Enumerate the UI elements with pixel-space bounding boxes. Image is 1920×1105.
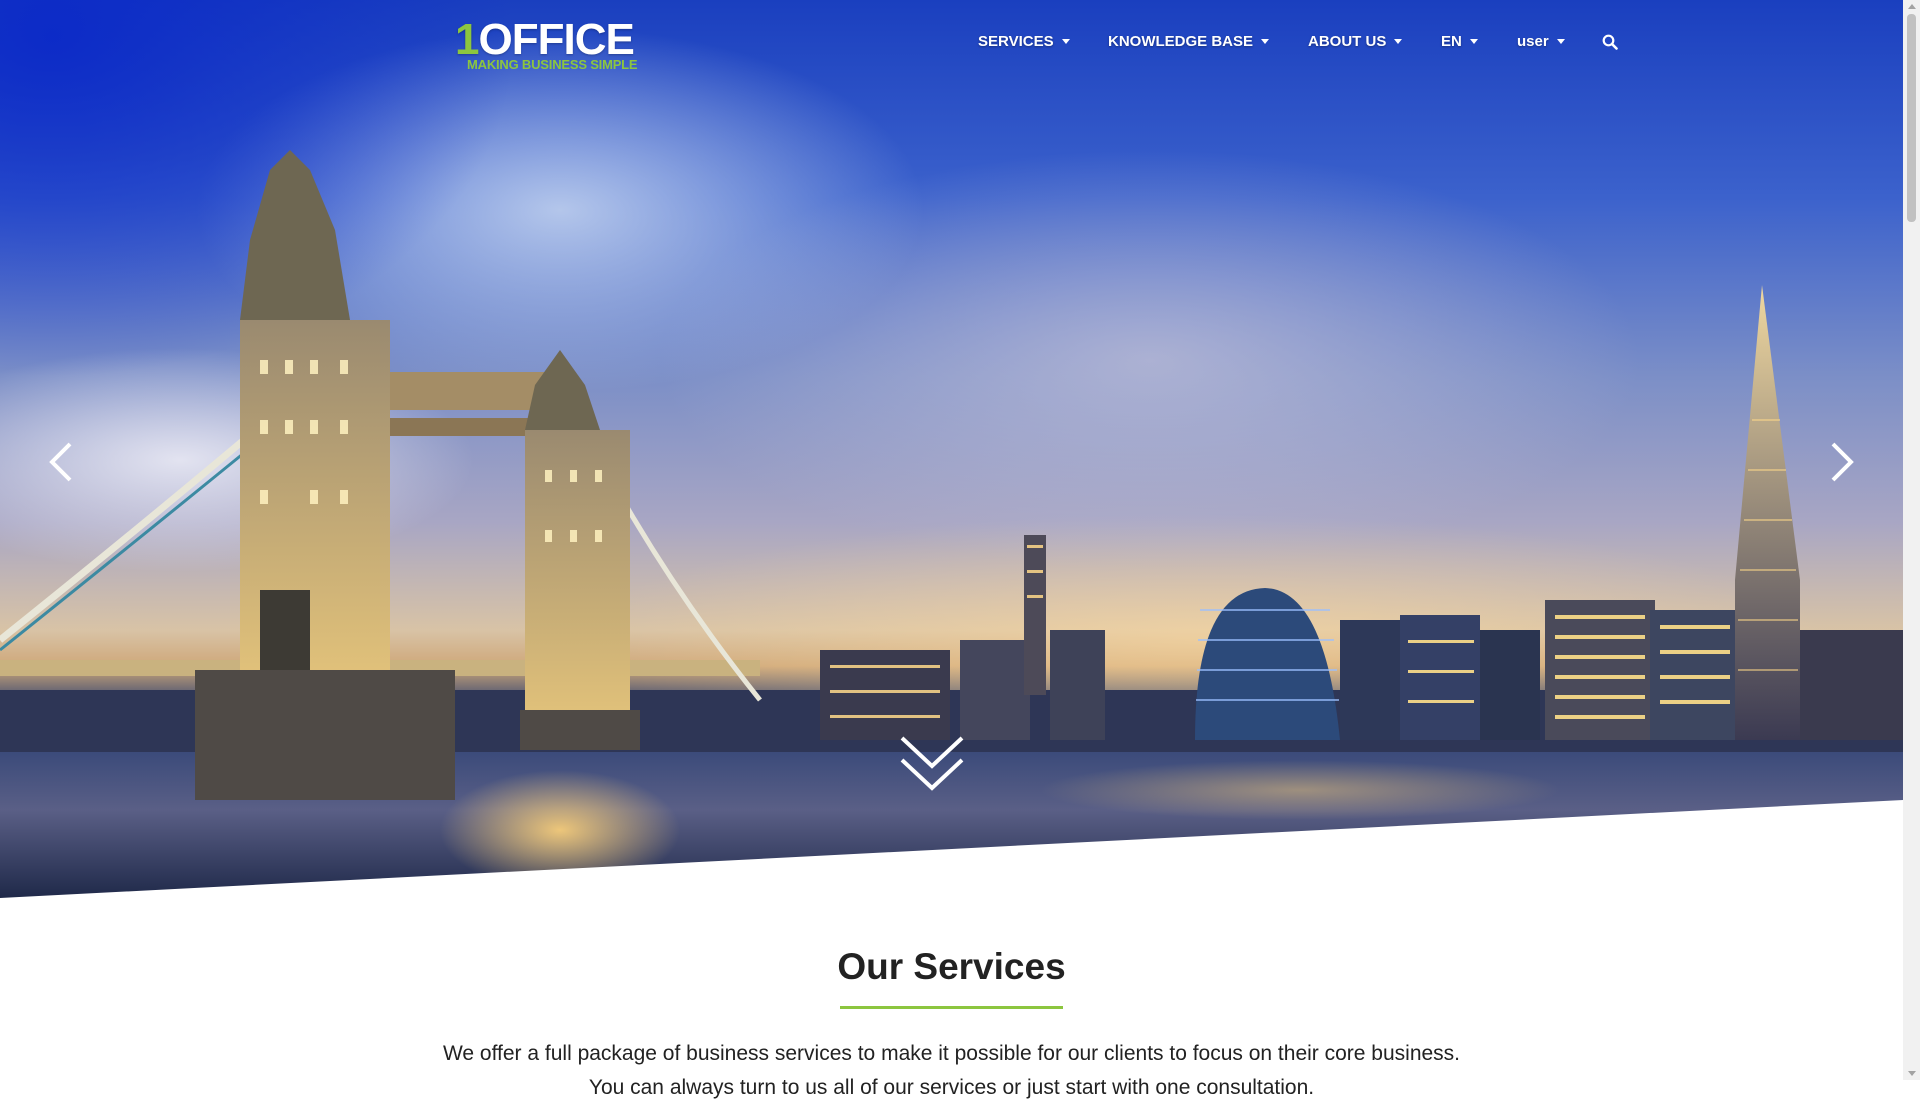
search-icon[interactable] [1602, 34, 1618, 50]
services-intro-line: You can always turn to us all of our ser… [588, 1076, 1315, 1099]
caret-down-icon [1261, 39, 1270, 44]
heading-underline [840, 1006, 1063, 1009]
nav-item-user[interactable]: user [1517, 33, 1565, 50]
nav-item-services[interactable]: SERVICES [978, 33, 1070, 50]
services-intro: We offer a full package of business serv… [0, 1037, 1903, 1105]
caret-down-icon [1469, 39, 1478, 44]
caret-down-icon [1556, 39, 1565, 44]
chevron-left-icon[interactable] [46, 440, 76, 484]
nav-item-label: user [1517, 33, 1549, 50]
caret-down-icon [1061, 39, 1070, 44]
double-chevron-down-icon[interactable] [900, 734, 964, 794]
nav-item-label: SERVICES [978, 33, 1054, 50]
scrollbar-thumb[interactable] [1907, 14, 1916, 222]
chevron-right-icon[interactable] [1827, 440, 1857, 484]
nav-item-label: EN [1441, 33, 1462, 50]
scroll-up-arrow-icon[interactable] [1908, 4, 1916, 9]
site-logo[interactable]: 1OFFICE MAKING BUSINESS SIMPLE [455, 18, 655, 74]
hero-slider [0, 0, 1903, 900]
page-scrollbar[interactable] [1903, 0, 1920, 1080]
logo-wordmark: 1OFFICE [455, 18, 635, 62]
nav-item-language[interactable]: EN [1441, 33, 1478, 50]
scroll-down-arrow-icon[interactable] [1908, 1071, 1916, 1076]
nav-item-about-us[interactable]: ABOUT US [1308, 33, 1403, 50]
services-intro-line: We offer a full package of business serv… [442, 1042, 1461, 1065]
nav-item-knowledge-base[interactable]: KNOWLEDGE BASE [1108, 33, 1270, 50]
services-heading: Our Services [837, 946, 1066, 987]
nav-item-label: KNOWLEDGE BASE [1108, 33, 1254, 50]
logo-tagline: MAKING BUSINESS SIMPLE [467, 57, 638, 72]
caret-down-icon [1394, 39, 1403, 44]
nav-item-label: ABOUT US [1308, 33, 1387, 50]
